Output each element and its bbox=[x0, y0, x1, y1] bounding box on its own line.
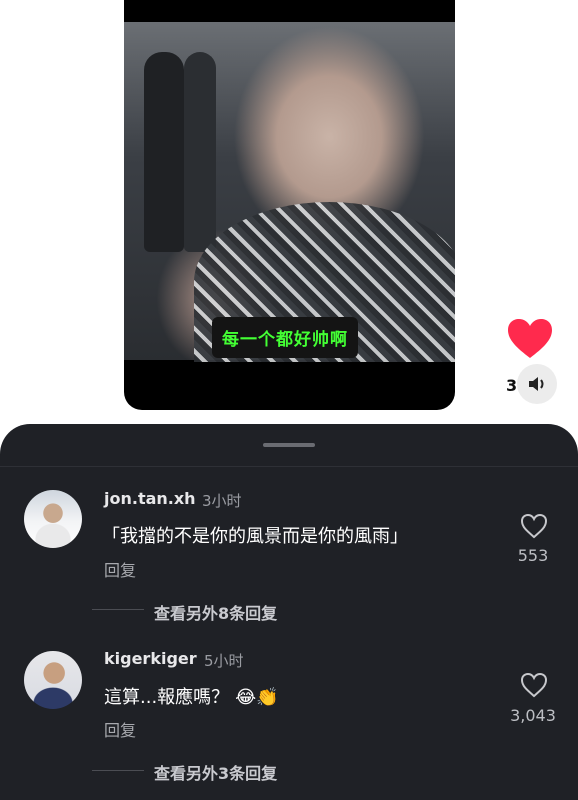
view-more-replies[interactable]: 查看另外3条回复 bbox=[154, 760, 277, 784]
sound-button[interactable] bbox=[517, 364, 557, 404]
comment-time: 5小时 bbox=[204, 652, 244, 670]
comment-text: 「我擋的不是你的風景而是你的風雨」 bbox=[102, 526, 408, 547]
video-frame: 每一个都好帅啊 bbox=[124, 22, 455, 362]
reply-button[interactable]: 回复 bbox=[104, 717, 136, 741]
view-more-replies[interactable]: 查看另外8条回复 bbox=[154, 600, 277, 624]
divider bbox=[92, 770, 144, 771]
speaker-icon bbox=[529, 377, 544, 391]
video-subtitle: 每一个都好帅啊 bbox=[212, 317, 358, 358]
avatar[interactable] bbox=[24, 651, 82, 709]
comments-sheet bbox=[0, 424, 578, 800]
like-count: 3,043 bbox=[510, 706, 556, 725]
divider bbox=[92, 609, 144, 610]
divider bbox=[0, 466, 578, 467]
background-person bbox=[184, 52, 216, 252]
sheet-grabber[interactable] bbox=[263, 443, 315, 447]
sound-count: 3 bbox=[506, 376, 518, 395]
comment-username[interactable]: jon.tan.xh bbox=[104, 489, 196, 508]
heart-outline-icon[interactable] bbox=[520, 513, 548, 539]
comment-text: 這算...報應嗎？ 😂👏 bbox=[104, 683, 279, 709]
comment-time: 3小时 bbox=[202, 492, 242, 510]
like-count: 553 bbox=[517, 546, 549, 565]
background-person bbox=[144, 52, 184, 252]
video-player[interactable]: 每一个都好帅啊 bbox=[124, 0, 455, 410]
avatar[interactable] bbox=[24, 490, 82, 548]
comment-username[interactable]: kigerkiger bbox=[104, 649, 197, 668]
reply-button[interactable]: 回复 bbox=[104, 557, 136, 581]
comment-text-body: 這算...報應嗎？ bbox=[104, 687, 230, 708]
emoji-laugh-clap: 😂👏 bbox=[235, 687, 279, 708]
heart-outline-icon[interactable] bbox=[520, 672, 548, 698]
like-heart-icon[interactable] bbox=[507, 318, 553, 360]
